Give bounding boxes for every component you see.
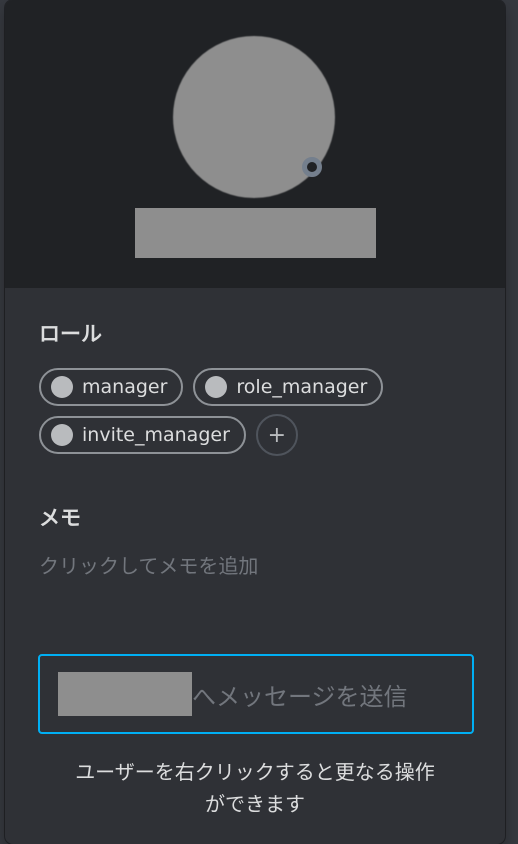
role-chip-invite-manager[interactable]: invite_manager <box>39 416 246 454</box>
roles-title: ロール <box>39 322 102 346</box>
right-click-hint: ユーザーを右クリックすると更なる操作 ができます <box>5 756 505 820</box>
role-color-dot-icon <box>51 376 73 398</box>
role-name: invite_manager <box>82 424 230 446</box>
profile-header <box>5 0 505 288</box>
redacted-username <box>135 208 376 258</box>
hint-line-2: ができます <box>205 792 305 816</box>
user-profile-popout: ロール manager role_manager invite_manager … <box>5 0 505 844</box>
role-color-dot-icon <box>51 424 73 446</box>
add-role-button[interactable]: + <box>255 414 298 456</box>
role-chip-role-manager[interactable]: role_manager <box>193 368 384 406</box>
roles-list: manager role_manager invite_manager + <box>39 368 479 456</box>
role-name: role_manager <box>236 376 368 398</box>
role-chip-manager[interactable]: manager <box>39 368 184 406</box>
memo-title: メモ <box>39 506 81 530</box>
hint-line-1: ユーザーを右クリックすると更なる操作 <box>75 760 435 784</box>
message-input[interactable]: へメッセージを送信 <box>38 654 474 734</box>
redacted-recipient-name <box>58 672 192 716</box>
role-name: manager <box>82 376 168 398</box>
memo-input[interactable]: クリックしてメモを追加 <box>39 550 258 579</box>
message-placeholder: へメッセージを送信 <box>192 682 408 711</box>
status-offline-icon <box>302 157 322 177</box>
role-color-dot-icon <box>205 376 228 398</box>
